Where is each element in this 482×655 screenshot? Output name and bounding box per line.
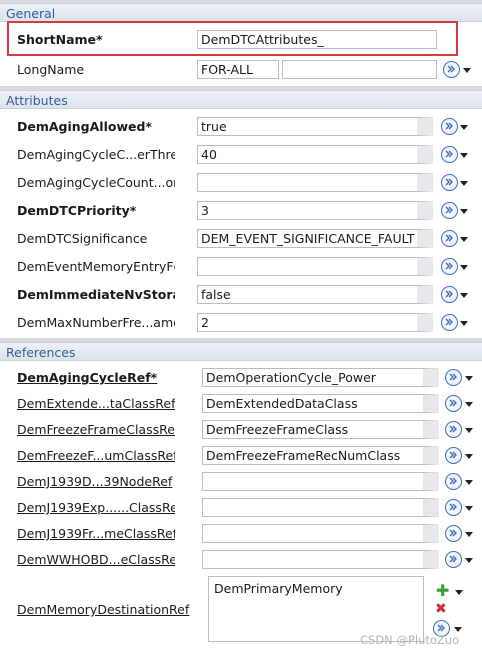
action-circle-icon[interactable] xyxy=(441,286,458,303)
reference-link[interactable]: DemAgingCycleRef* xyxy=(17,369,175,387)
action-circle-icon[interactable] xyxy=(441,258,458,275)
action-circle-icon[interactable] xyxy=(445,551,462,568)
action-circle-icon[interactable] xyxy=(445,447,462,464)
action-circle-icon[interactable] xyxy=(445,525,462,542)
caret-down-icon[interactable] xyxy=(455,590,463,595)
plus-icon[interactable]: ✚ xyxy=(436,583,449,599)
attribute-label: DemAgingCycleC...erThresl xyxy=(17,147,175,162)
attribute-row: DemAgingCycleCount...orT xyxy=(0,170,482,196)
action-circle-icon[interactable] xyxy=(445,395,462,412)
reference-link[interactable]: DemWWHOBD...eClassRef xyxy=(17,551,175,569)
reference-row: DemJ1939Fr...meClassRef xyxy=(0,521,482,547)
reference-row: DemFreezeF...umClassRef DemFreezeFrameRe… xyxy=(0,443,482,469)
longname-label: LongName xyxy=(17,62,85,77)
attribute-value-input[interactable]: 40 xyxy=(197,145,433,164)
longname-value-input[interactable] xyxy=(282,60,437,79)
attribute-label: DemAgingAllowed* xyxy=(17,119,152,134)
caret-down-icon[interactable] xyxy=(465,480,473,485)
attribute-value-input[interactable]: false xyxy=(197,285,433,304)
reference-row: DemFreezeFrameClassRef DemFreezeFrameCla… xyxy=(0,417,482,443)
action-circle-icon[interactable] xyxy=(441,174,458,191)
caret-down-icon[interactable] xyxy=(460,125,468,130)
longname-row: LongName FOR-ALL xyxy=(0,57,482,83)
attribute-row: DemDTCPriority* 3 xyxy=(0,198,482,224)
attribute-row: DemEventMemoryEntryFd. xyxy=(0,254,482,280)
reference-value-field[interactable]: DemOperationCycle_Power xyxy=(202,368,439,387)
caret-down-icon[interactable] xyxy=(465,454,473,459)
reference-link[interactable]: DemJ1939Fr...meClassRef xyxy=(17,525,175,543)
action-circle-icon[interactable] xyxy=(443,61,460,78)
caret-down-icon[interactable] xyxy=(460,181,468,186)
action-circle-icon[interactable] xyxy=(441,230,458,247)
caret-down-icon[interactable] xyxy=(465,402,473,407)
caret-down-icon[interactable] xyxy=(460,293,468,298)
attribute-value-input[interactable] xyxy=(197,173,433,192)
caret-down-icon[interactable] xyxy=(465,532,473,537)
reference-row: DemAgingCycleRef* DemOperationCycle_Powe… xyxy=(0,365,482,391)
attribute-label: DemEventMemoryEntryFd. xyxy=(17,259,175,274)
action-circle-icon[interactable] xyxy=(445,421,462,438)
caret-down-icon[interactable] xyxy=(454,627,462,632)
attribute-label: DemDTCPriority* xyxy=(17,203,137,218)
attribute-value-input[interactable]: DEM_EVENT_SIGNIFICANCE_FAULT xyxy=(197,229,433,248)
attribute-value-input[interactable]: 2 xyxy=(197,313,433,332)
caret-down-icon[interactable] xyxy=(460,321,468,326)
action-circle-icon[interactable] xyxy=(441,202,458,219)
attribute-row: DemMaxNumberFre...ameF 2 xyxy=(0,310,482,336)
attribute-row: DemAgingCycleC...erThresl 40 xyxy=(0,142,482,168)
caret-down-icon[interactable] xyxy=(460,265,468,270)
attribute-row: DemAgingAllowed* true xyxy=(0,114,482,140)
reference-value-field[interactable]: DemFreezeFrameClass xyxy=(202,420,439,439)
action-circle-icon[interactable] xyxy=(445,499,462,516)
reference-value-field[interactable]: DemFreezeFrameRecNumClass xyxy=(202,446,439,465)
x-icon[interactable]: ✖ xyxy=(435,602,447,616)
list-item[interactable]: DemPrimaryMemory xyxy=(214,581,418,596)
reference-value-field[interactable] xyxy=(202,524,439,543)
attribute-value-input[interactable] xyxy=(197,257,433,276)
general-section-header: General xyxy=(0,3,482,22)
reference-row: DemJ1939D...39NodeRef xyxy=(0,469,482,495)
references-section-header: References xyxy=(0,342,482,361)
caret-down-icon[interactable] xyxy=(460,237,468,242)
attribute-label: DemImmediateNvStorage xyxy=(17,287,175,302)
watermark: CSDN @PlutoZuo xyxy=(360,633,460,647)
caret-down-icon[interactable] xyxy=(465,376,473,381)
action-circle-icon[interactable] xyxy=(441,146,458,163)
action-circle-icon[interactable] xyxy=(445,473,462,490)
attributes-section-header: Attributes xyxy=(0,90,482,109)
reference-link[interactable]: DemFreezeFrameClassRef xyxy=(17,421,175,439)
shortname-highlight xyxy=(7,21,458,56)
reference-link[interactable]: DemJ1939D...39NodeRef xyxy=(17,473,175,491)
caret-down-icon[interactable] xyxy=(463,68,471,73)
reference-value-field[interactable]: DemExtendedDataClass xyxy=(202,394,439,413)
caret-down-icon[interactable] xyxy=(465,558,473,563)
attribute-row: DemDTCSignificance DEM_EVENT_SIGNIFICANC… xyxy=(0,226,482,252)
reference-value-field[interactable] xyxy=(202,550,439,569)
reference-link[interactable]: DemFreezeF...umClassRef xyxy=(17,447,175,465)
reference-link[interactable]: DemJ1939Exp......ClassRef xyxy=(17,499,175,517)
caret-down-icon[interactable] xyxy=(460,153,468,158)
attribute-value-input[interactable]: 3 xyxy=(197,201,433,220)
attribute-value-input[interactable]: true xyxy=(197,117,433,136)
reference-value-field[interactable] xyxy=(202,498,439,517)
attribute-label: DemMaxNumberFre...ameF xyxy=(17,315,175,330)
reference-value-field[interactable] xyxy=(202,472,439,491)
reference-row: DemExtende...taClassRef DemExtendedDataC… xyxy=(0,391,482,417)
caret-down-icon[interactable] xyxy=(460,209,468,214)
memory-destination-link[interactable]: DemMemoryDestinationRef xyxy=(17,601,197,619)
action-circle-icon[interactable] xyxy=(441,118,458,135)
reference-row: DemWWHOBD...eClassRef xyxy=(0,547,482,573)
caret-down-icon[interactable] xyxy=(465,428,473,433)
attribute-label: DemAgingCycleCount...orT xyxy=(17,175,175,190)
attribute-label: DemDTCSignificance xyxy=(17,231,148,246)
action-circle-icon[interactable] xyxy=(441,314,458,331)
reference-row: DemJ1939Exp......ClassRef xyxy=(0,495,482,521)
attribute-row: DemImmediateNvStorage false xyxy=(0,282,482,308)
longname-lang-field[interactable]: FOR-ALL xyxy=(197,60,279,79)
reference-link[interactable]: DemExtende...taClassRef xyxy=(17,395,175,413)
caret-down-icon[interactable] xyxy=(465,506,473,511)
action-circle-icon[interactable] xyxy=(445,369,462,386)
